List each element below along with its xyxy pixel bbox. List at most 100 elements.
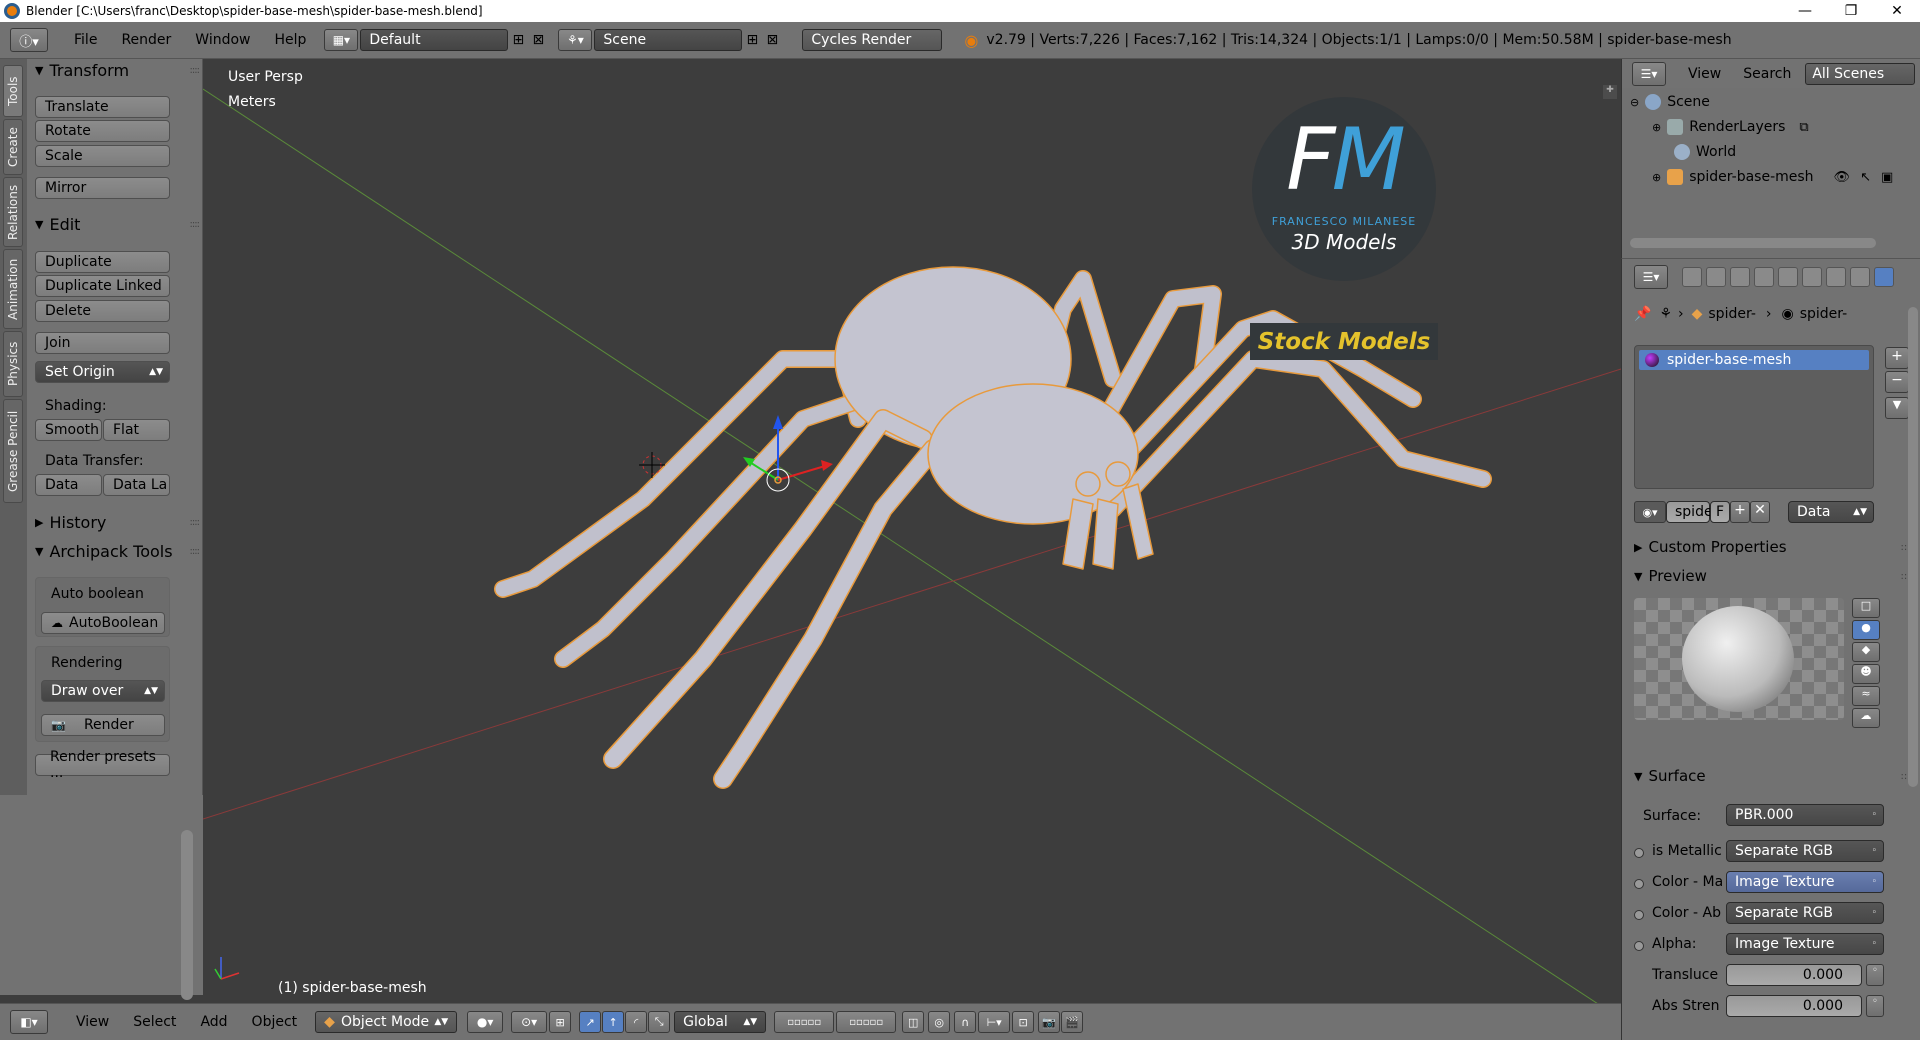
add-scene-icon[interactable]: ⊞ bbox=[742, 30, 762, 50]
scene-icon[interactable]: ⚘▾ bbox=[558, 29, 593, 51]
smooth-button[interactable]: Smooth bbox=[35, 419, 102, 441]
viewport-shading-icon[interactable]: ●▾ bbox=[467, 1011, 504, 1033]
mode-select[interactable]: ◆ Object Mode ▲▼ bbox=[315, 1011, 458, 1033]
alpha-socket-icon[interactable] bbox=[1634, 941, 1644, 951]
duplicate-button[interactable]: Duplicate bbox=[35, 251, 170, 273]
outliner-item-world[interactable]: World bbox=[1622, 140, 1920, 164]
color-ma-socket-icon[interactable] bbox=[1634, 879, 1644, 889]
color-ab-socket-icon[interactable] bbox=[1634, 910, 1644, 920]
archipack-panel-header[interactable]: ▼ Archipack Tools:::: bbox=[35, 540, 200, 562]
snap-toggle-icon[interactable]: ∩ bbox=[954, 1011, 977, 1033]
menu-select[interactable]: Select bbox=[121, 1014, 188, 1030]
draw-over-select[interactable]: Draw over ▲▼ bbox=[41, 680, 165, 702]
add-slot-button[interactable]: + bbox=[1885, 347, 1909, 369]
slot-specials-button[interactable]: ▼ bbox=[1885, 397, 1909, 419]
rotate-manipulator-icon[interactable]: ◜ bbox=[625, 1011, 648, 1033]
minimize-button[interactable]: — bbox=[1782, 3, 1828, 19]
data-layout-button[interactable]: Data La bbox=[103, 474, 170, 496]
scene-select[interactable]: Scene bbox=[594, 29, 743, 51]
maximize-button[interactable]: ❐ bbox=[1828, 3, 1874, 19]
browse-material-icon[interactable]: ◉▾ bbox=[1634, 501, 1666, 523]
scale-manipulator-icon[interactable]: ⤡ bbox=[648, 1011, 671, 1033]
snap-element-icon[interactable]: ⊢▾ bbox=[978, 1011, 1011, 1033]
manipulator-toggle-icon[interactable]: ⊞ bbox=[549, 1011, 572, 1033]
data-tab-icon[interactable] bbox=[1850, 267, 1870, 287]
preview-cube-icon[interactable]: ◆ bbox=[1852, 642, 1880, 662]
render-layer-toggle-icon[interactable]: ⧉ bbox=[1799, 120, 1808, 135]
tab-create[interactable]: Create bbox=[3, 119, 23, 175]
translucence-socket-button[interactable]: ◦ bbox=[1866, 964, 1884, 986]
world-tab-icon[interactable] bbox=[1754, 267, 1774, 287]
lock-layers-icon[interactable]: ◫ bbox=[902, 1011, 925, 1033]
tab-physics[interactable]: Physics bbox=[3, 331, 23, 397]
alpha-input-select[interactable]: Image Texture ◦ bbox=[1726, 933, 1884, 955]
object-tab-icon[interactable] bbox=[1778, 267, 1798, 287]
visibility-eye-icon[interactable]: 👁 bbox=[1834, 170, 1851, 185]
render-camera-icon[interactable]: ▣ bbox=[1881, 170, 1893, 185]
select-arrow-icon[interactable]: ↖ bbox=[1860, 170, 1871, 185]
pivot-point-icon[interactable]: ⊙▾ bbox=[511, 1011, 548, 1033]
remove-layout-icon[interactable]: ⊠ bbox=[528, 30, 548, 50]
transform-orientation-select[interactable]: Global ▲▼ bbox=[674, 1011, 767, 1033]
layers-tab-icon[interactable] bbox=[1706, 267, 1726, 287]
history-panel-header[interactable]: ▶ History:::: bbox=[35, 511, 200, 533]
3d-viewport[interactable]: User Persp Meters FM FRANCESCO MILANESE … bbox=[203, 59, 1621, 1003]
material-name-field[interactable]: spide bbox=[1666, 501, 1713, 523]
unlink-material-icon[interactable]: ✕ bbox=[1750, 501, 1770, 523]
render-engine-select[interactable]: Cycles Render bbox=[802, 29, 943, 51]
metallic-socket-icon[interactable] bbox=[1634, 848, 1644, 858]
render-presets-button[interactable]: Render presets ... bbox=[35, 749, 170, 781]
translate-button[interactable]: Translate bbox=[35, 96, 170, 118]
render-still-icon[interactable]: 📷 bbox=[1038, 1011, 1061, 1033]
menu-render[interactable]: Render bbox=[109, 32, 183, 48]
menu-help[interactable]: Help bbox=[262, 32, 318, 48]
preview-monkey-icon[interactable]: ☻ bbox=[1852, 664, 1880, 684]
material-slot-item[interactable]: spider-base-mesh bbox=[1639, 350, 1869, 370]
render-tab-icon[interactable] bbox=[1682, 267, 1702, 287]
outliner-h-scrollbar[interactable] bbox=[1630, 238, 1876, 248]
rotate-button[interactable]: Rotate bbox=[35, 120, 170, 142]
expand-icon[interactable]: ⊕ bbox=[1652, 121, 1661, 134]
viewport-editor-type-icon[interactable]: ◧▾ bbox=[10, 1010, 48, 1034]
move-manipulator-icon[interactable]: ↑ bbox=[602, 1011, 625, 1033]
menu-add[interactable]: Add bbox=[188, 1014, 239, 1030]
translate-manipulator-icon[interactable]: ↗ bbox=[579, 1011, 602, 1033]
viewport-corner-icon[interactable]: ✚ bbox=[1603, 85, 1617, 99]
link-type-select[interactable]: Data ▲▼ bbox=[1788, 501, 1874, 523]
transform-panel-header[interactable]: ▼ Transform:::: bbox=[35, 59, 200, 81]
outliner-view-menu[interactable]: View bbox=[1688, 66, 1721, 82]
remove-slot-button[interactable]: − bbox=[1885, 371, 1909, 393]
remove-scene-icon[interactable]: ⊠ bbox=[762, 30, 782, 50]
outliner-item-renderlayers[interactable]: ⊕ RenderLayers ⧉ bbox=[1622, 115, 1920, 139]
join-button[interactable]: Join bbox=[35, 332, 170, 354]
menu-window[interactable]: Window bbox=[183, 32, 262, 48]
outliner-item-spider-mesh[interactable]: ⊕ spider-base-mesh 👁 ↖ ▣ bbox=[1622, 165, 1920, 189]
snap-target-icon[interactable]: ⊡ bbox=[1012, 1011, 1035, 1033]
set-origin-select[interactable]: Set Origin ▲▼ bbox=[35, 361, 170, 383]
preview-sphere-icon[interactable]: ● bbox=[1852, 620, 1880, 640]
toolshelf-lower-scrollbar[interactable] bbox=[181, 830, 193, 1000]
collapse-icon[interactable]: ⊖ bbox=[1630, 96, 1639, 109]
layers-grid-1[interactable]: ▫▫▫▫▫ bbox=[774, 1011, 835, 1033]
render-button[interactable]: 📷 Render bbox=[41, 714, 165, 736]
delete-button[interactable]: Delete bbox=[35, 300, 170, 322]
properties-scrollbar[interactable] bbox=[1908, 307, 1918, 787]
editor-type-icon[interactable]: ⓘ▾ bbox=[10, 28, 48, 52]
new-material-icon[interactable]: + bbox=[1730, 501, 1750, 523]
mirror-button[interactable]: Mirror bbox=[35, 177, 170, 199]
flat-button[interactable]: Flat bbox=[103, 419, 170, 441]
render-anim-icon[interactable]: 🎬 bbox=[1061, 1011, 1084, 1033]
screen-layout-select[interactable]: Default bbox=[360, 29, 509, 51]
outliner-item-scene[interactable]: ⊖ Scene bbox=[1622, 90, 1920, 114]
preview-flat-icon[interactable]: □ bbox=[1852, 598, 1880, 618]
data-transfer-button[interactable]: Data bbox=[35, 474, 102, 496]
preview-header[interactable]: ▼Preview:::: bbox=[1634, 567, 1914, 585]
tab-animation[interactable]: Animation bbox=[3, 249, 23, 329]
material-slots-list[interactable]: spider-base-mesh bbox=[1634, 345, 1874, 489]
tab-relations[interactable]: Relations bbox=[3, 177, 23, 247]
outliner-editor-icon[interactable]: ☰▾ bbox=[1632, 61, 1666, 86]
menu-view[interactable]: View bbox=[64, 1014, 121, 1030]
edit-panel-header[interactable]: ▼ Edit:::: bbox=[35, 213, 200, 235]
surface-header[interactable]: ▼Surface:::: bbox=[1634, 767, 1914, 785]
outliner-search-menu[interactable]: Search bbox=[1743, 66, 1791, 82]
